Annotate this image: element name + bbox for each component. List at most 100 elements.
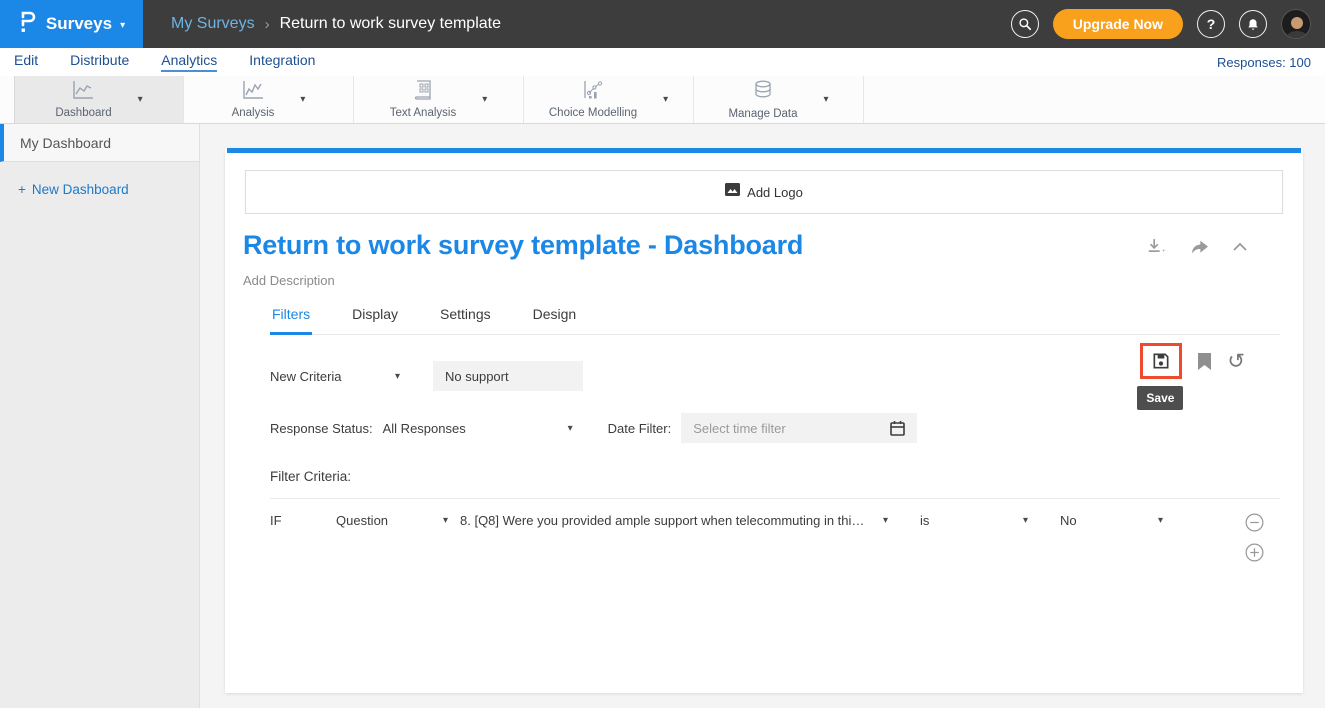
response-status-dropdown[interactable]: All Responses ▾	[383, 421, 573, 436]
toolbar-item-choice-modelling-body: Choice Modelling	[549, 80, 637, 119]
add-criteria-button[interactable]	[1245, 543, 1264, 562]
search-button[interactable]	[1011, 10, 1039, 38]
criteria-question-value: 8. [Q8] Were you provided ample support …	[460, 513, 865, 528]
date-filter-placeholder: Select time filter	[693, 421, 785, 436]
share-button[interactable]	[1189, 239, 1210, 256]
breadcrumb-my-surveys[interactable]: My Surveys	[171, 15, 255, 33]
divider	[270, 498, 1280, 499]
database-icon	[752, 80, 774, 106]
image-icon	[725, 183, 740, 201]
document-grid-icon	[412, 80, 434, 105]
date-filter-input[interactable]: Select time filter	[681, 413, 917, 443]
line-chart-icon	[241, 80, 265, 105]
toolbar-item-label: Analysis	[232, 107, 275, 119]
page-title: Return to work survey template - Dashboa…	[243, 230, 803, 261]
scatter-chart-icon	[582, 80, 604, 105]
help-button[interactable]: ?	[1197, 10, 1225, 38]
chevron-down-icon[interactable]: ▾	[482, 94, 487, 105]
criteria-dropdown[interactable]: New Criteria ▾	[270, 369, 400, 384]
chevron-down-icon[interactable]: ▾	[663, 94, 668, 105]
top-header: Surveys ▾ My Surveys › Return to work su…	[0, 0, 1325, 48]
criteria-value-dropdown[interactable]: No ▾	[1060, 513, 1163, 528]
toolbar-item-text-analysis[interactable]: Text Analysis ▾	[354, 76, 524, 123]
chevron-down-icon: ▾	[883, 515, 888, 526]
plus-icon: +	[18, 182, 26, 197]
dashboard-actions	[1145, 238, 1248, 256]
download-button[interactable]	[1145, 238, 1167, 256]
criteria-operator-value: is	[920, 513, 929, 528]
toolbar-item-label: Dashboard	[55, 107, 111, 119]
criteria-dropdown-value: New Criteria	[270, 369, 342, 384]
toolbar-item-label: Manage Data	[728, 108, 797, 120]
toolbar-item-manage-data-body: Manage Data	[728, 80, 797, 120]
tab-filters[interactable]: Filters	[270, 306, 312, 335]
add-logo-button[interactable]: Add Logo	[245, 170, 1283, 214]
tab-settings[interactable]: Settings	[438, 306, 493, 334]
chevron-down-icon: ▾	[1158, 515, 1163, 526]
bookmark-button[interactable]	[1197, 352, 1212, 371]
save-tooltip: Save	[1137, 386, 1183, 410]
dashboard-tabs: Filters Display Settings Design	[270, 306, 1280, 335]
if-label: IF	[270, 513, 336, 528]
response-status-value: All Responses	[383, 421, 466, 436]
header-actions: Upgrade Now ?	[1011, 9, 1325, 39]
filter-actions: Save ↺	[1140, 343, 1245, 379]
notifications-button[interactable]	[1239, 10, 1267, 38]
toolbar-item-manage-data[interactable]: Manage Data ▾	[694, 76, 864, 123]
line-chart-icon	[71, 80, 95, 105]
question-mark-icon: ?	[1207, 16, 1216, 32]
tab-display[interactable]: Display	[350, 306, 400, 334]
reset-button[interactable]: ↺	[1227, 351, 1245, 372]
criteria-name-input[interactable]: No support	[433, 361, 583, 391]
chevron-down-icon: ▾	[120, 20, 125, 31]
brand-label: Surveys	[46, 14, 112, 34]
criteria-type-value: Question	[336, 513, 388, 528]
toolbar-item-text-analysis-body: Text Analysis	[390, 80, 456, 119]
criteria-question-dropdown[interactable]: 8. [Q8] Were you provided ample support …	[460, 513, 888, 528]
share-icon	[1189, 239, 1210, 256]
save-button[interactable]: Save	[1140, 343, 1182, 379]
calendar-icon	[890, 420, 905, 436]
toolbar-item-analysis[interactable]: Analysis ▾	[184, 76, 354, 123]
save-icon	[1151, 351, 1171, 371]
toolbar-item-choice-modelling[interactable]: Choice Modelling ▾	[524, 76, 694, 123]
breadcrumb-separator-icon: ›	[265, 16, 270, 33]
collapse-button[interactable]	[1232, 242, 1248, 252]
chevron-down-icon[interactable]: ▾	[300, 94, 305, 105]
criteria-row-controls	[1245, 513, 1264, 562]
section-links: Edit Distribute Analytics Integration	[14, 52, 315, 72]
card-accent-bar	[227, 148, 1301, 153]
date-filter-label: Date Filter:	[608, 421, 672, 436]
chevron-up-icon	[1232, 242, 1248, 252]
criteria-row: IF Question ▾ 8. [Q8] Were you provided …	[270, 513, 1280, 528]
nav-item-distribute[interactable]: Distribute	[70, 52, 129, 72]
avatar[interactable]	[1281, 9, 1311, 39]
filter-criteria-label: Filter Criteria:	[270, 469, 1303, 484]
brand-logo-icon	[18, 11, 38, 38]
chevron-down-icon[interactable]: ▾	[824, 94, 829, 105]
download-icon	[1145, 238, 1167, 256]
chevron-down-icon: ▾	[395, 371, 400, 382]
breadcrumb-current: Return to work survey template	[280, 15, 501, 33]
product-switcher[interactable]: Surveys ▾	[0, 0, 143, 48]
toolbar-item-dashboard[interactable]: Dashboard ▾	[14, 76, 184, 123]
new-dashboard-label: New Dashboard	[32, 182, 129, 197]
upgrade-now-button[interactable]: Upgrade Now	[1053, 9, 1183, 39]
nav-item-edit[interactable]: Edit	[14, 52, 38, 72]
reset-icon: ↺	[1227, 351, 1245, 372]
nav-item-integration[interactable]: Integration	[249, 52, 315, 72]
chevron-down-icon: ▾	[443, 515, 448, 526]
tab-design[interactable]: Design	[531, 306, 579, 334]
sidebar-item-label: My Dashboard	[20, 135, 111, 151]
criteria-type-dropdown[interactable]: Question ▾	[336, 513, 448, 528]
add-description-field[interactable]: Add Description	[243, 273, 1303, 288]
remove-criteria-button[interactable]	[1245, 513, 1264, 532]
criteria-operator-dropdown[interactable]: is ▾	[920, 513, 1028, 528]
responses-count: Responses: 100	[1217, 55, 1311, 70]
new-dashboard-button[interactable]: + New Dashboard	[18, 182, 199, 197]
nav-item-analytics[interactable]: Analytics	[161, 52, 217, 72]
main-area: Add Logo Return to work survey template …	[200, 124, 1325, 708]
sidebar-item-my-dashboard[interactable]: My Dashboard	[0, 124, 199, 162]
dashboard-card: Add Logo Return to work survey template …	[225, 148, 1303, 693]
chevron-down-icon[interactable]: ▾	[138, 94, 143, 105]
